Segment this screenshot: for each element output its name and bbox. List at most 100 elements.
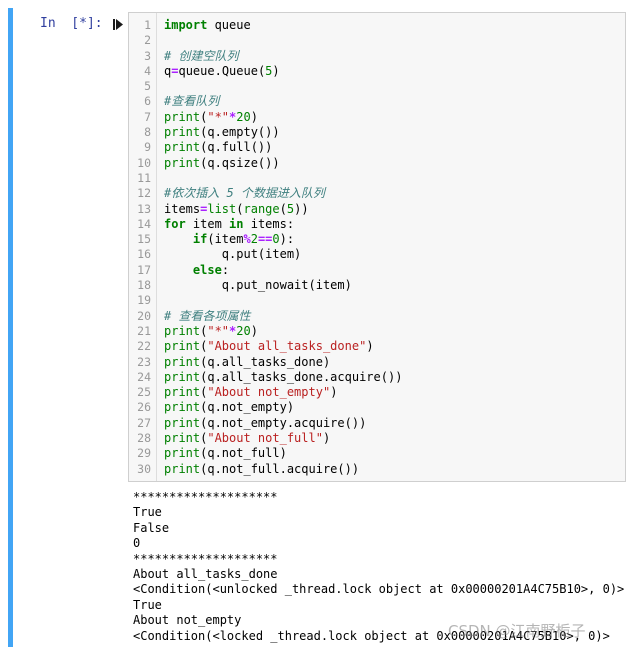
line-number: 30: [137, 461, 151, 476]
code-text: q.put_nowait(item): [164, 278, 352, 293]
line-number: 25: [137, 385, 151, 400]
line-number: 28: [137, 431, 151, 446]
code-line: 26 print(q.not_empty): [129, 400, 625, 415]
code-token: print: [164, 109, 201, 124]
code-token: (q.not_full.acquire()): [200, 461, 360, 476]
line-number: 22: [137, 339, 151, 354]
code-token: ): [322, 431, 331, 446]
code-token: "*": [207, 109, 230, 124]
code-text: print("About not_empty"): [164, 385, 337, 400]
line-number: 26: [137, 400, 151, 415]
code-token: (item: [207, 232, 244, 247]
code-token: 0: [272, 232, 280, 247]
code-token: )): [294, 201, 309, 216]
code-text: items=list(range(5)): [164, 202, 309, 217]
code-line: 5: [129, 79, 625, 94]
output-line: True: [133, 505, 162, 520]
code-token: # 查看各项属性: [164, 308, 251, 323]
code-line: 19: [129, 293, 625, 308]
line-number: 14: [137, 216, 151, 231]
output-line: ********************: [133, 490, 278, 504]
code-token: ==: [257, 232, 273, 247]
code-token: if: [192, 232, 208, 247]
code-token: print: [164, 461, 201, 476]
code-text: print(q.not_empty.acquire()): [164, 416, 366, 431]
code-token: (q.all_tasks_done.acquire()): [200, 369, 403, 384]
line-number: 17: [137, 262, 151, 277]
code-token: print: [164, 125, 201, 140]
output-line: 0: [133, 536, 141, 551]
code-token: ): [250, 109, 258, 124]
code-line: 29 print(q.not_full): [129, 446, 625, 461]
code-token: print: [164, 446, 201, 461]
code-token: (q.not_empty.acquire()): [200, 415, 367, 430]
line-number: 23: [137, 354, 151, 369]
code-text: print(q.all_tasks_done.acquire()): [164, 370, 402, 385]
code-token: item: [185, 216, 230, 231]
code-token: print: [164, 415, 201, 430]
code-token: (: [236, 201, 244, 216]
code-token: queue: [207, 18, 251, 32]
code-token: (q.not_empty): [200, 400, 295, 415]
code-text: print("About all_tasks_done"): [164, 339, 374, 354]
output-line: About all_tasks_done: [133, 566, 278, 581]
code-token: ):: [279, 232, 295, 247]
code-token: # 创建空队列: [164, 48, 239, 63]
line-number: 4: [144, 63, 151, 78]
code-token: :: [221, 262, 230, 277]
code-token: "About all_tasks_done": [207, 339, 367, 354]
line-number: 11: [137, 170, 151, 185]
code-token: print: [164, 400, 201, 415]
code-line: 12 #依次插入 5 个数据进入队列: [129, 186, 625, 201]
line-number: 8: [144, 125, 151, 140]
code-text: q=queue.Queue(5): [164, 64, 280, 79]
code-token: 5: [286, 201, 295, 216]
watermark: CSDN @江南野栀子: [448, 622, 586, 640]
code-token: for: [164, 216, 186, 231]
code-token: ): [330, 385, 338, 400]
code-token: "About not_empty": [207, 385, 331, 400]
code-line: 2: [129, 33, 625, 48]
cell-prompt: In [*]:: [40, 16, 103, 31]
code-line: 13 items=list(range(5)): [129, 202, 625, 217]
code-text: q.put(item): [164, 247, 301, 262]
code-token: queue.Queue(: [178, 63, 266, 78]
code-lines: 1 import queue 2 3 # 创建空队列 4 q=queue.Queue(5) 5…: [129, 18, 625, 477]
line-number: 10: [137, 155, 151, 170]
code-token: (q.qsize()): [200, 155, 280, 170]
code-token: 20: [236, 109, 251, 124]
code-line: 17 else:: [129, 263, 625, 278]
code-token: (q.empty()): [200, 125, 280, 140]
code-editor[interactable]: 1 import queue 2 3 # 创建空队列 4 q=queue.Queue(5) 5…: [128, 12, 626, 482]
code-line: 9 print(q.full()): [129, 140, 625, 155]
line-number: 13: [137, 201, 151, 216]
line-number: 12: [137, 186, 151, 201]
code-line: 10 print(q.qsize()): [129, 156, 625, 171]
code-text: print(q.full()): [164, 140, 272, 155]
code-token: ): [272, 63, 280, 78]
code-token: items:: [243, 216, 295, 231]
code-token: #查看队列: [164, 94, 220, 109]
code-token: print: [164, 339, 201, 354]
code-token: "*": [207, 323, 230, 338]
code-text: print(q.not_full): [164, 446, 287, 461]
code-token: print: [164, 140, 201, 155]
code-token: print: [164, 431, 201, 446]
code-text: print(q.not_full.acquire()): [164, 462, 359, 477]
code-line: 1 import queue: [129, 18, 625, 33]
code-text: print(q.not_empty): [164, 400, 294, 415]
step-run-icon[interactable]: [113, 19, 123, 30]
code-token: (q.full()): [200, 140, 273, 155]
code-text: if(item%2==0):: [164, 232, 294, 247]
code-line: 21 print("*"*20): [129, 324, 625, 339]
code-token: print: [164, 369, 201, 384]
code-token: q.put(item): [164, 247, 302, 262]
line-number: 20: [137, 308, 151, 323]
line-number: 27: [137, 415, 151, 430]
code-line: 14 for item in items:: [129, 217, 625, 232]
code-token: print: [164, 155, 201, 170]
code-text: print("About not_full"): [164, 431, 330, 446]
code-line: 22 print("About all_tasks_done"): [129, 339, 625, 354]
line-number: 19: [137, 293, 151, 308]
